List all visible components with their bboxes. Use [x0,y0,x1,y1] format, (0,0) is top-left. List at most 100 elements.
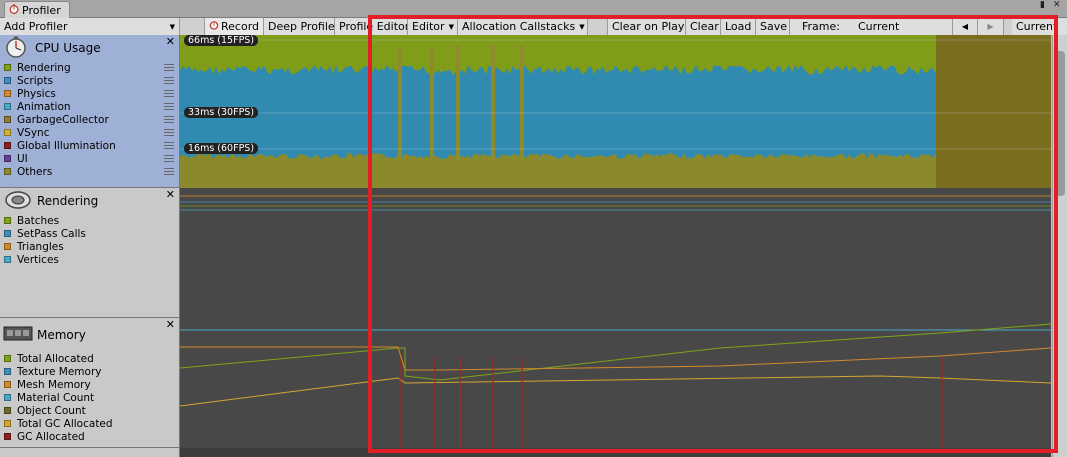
cpu-legend-item[interactable]: GarbageCollector [0,113,179,126]
fps-label-30: 33ms (30FPS) [184,107,259,118]
legend-swatch[interactable] [4,433,11,440]
memory-legend-item[interactable]: GC Allocated [0,430,179,443]
lock-icon[interactable]: ▮ [1040,1,1045,10]
legend-swatch[interactable] [4,155,11,162]
chevron-down-icon: ▼ [579,22,585,31]
memory-chip-icon [3,322,33,349]
cpu-legend-item[interactable]: VSync [0,126,179,139]
rendering-legend-item[interactable]: Batches [0,214,179,227]
legend-swatch[interactable] [4,368,11,375]
memory-panel[interactable]: Memory ✕ Total Allocated Texture Memory Me… [0,318,180,448]
window-close-icon[interactable]: ✕ [1053,1,1061,10]
record-button[interactable]: Record [205,18,264,35]
legend-swatch[interactable] [4,243,11,250]
clear-button[interactable]: Clear [686,18,721,35]
frame-indicator: Frame: Current [790,18,952,35]
legend-swatch[interactable] [4,103,11,110]
rendering-title: Rendering [37,194,99,208]
vertical-scrollbar[interactable] [1052,35,1067,457]
rendering-graph[interactable] [180,188,1051,318]
drag-handle-icon[interactable] [164,168,174,175]
tab-profiler[interactable]: Profiler [4,1,70,18]
load-button[interactable]: Load [721,18,756,35]
editor-target-dropdown[interactable]: Editor ▼ [408,18,458,35]
memory-legend-item[interactable]: Texture Memory [0,365,179,378]
cpu-legend-item[interactable]: Scripts [0,74,179,87]
legend-swatch[interactable] [4,407,11,414]
graph-footer [180,448,1051,457]
frame-label: Frame: [802,20,840,33]
drag-handle-icon[interactable] [164,90,174,97]
memory-legend-item[interactable]: Total GC Allocated [0,417,179,430]
memory-legend-item[interactable]: Mesh Memory [0,378,179,391]
add-profiler-dropdown[interactable]: Add Profiler ▼ [0,18,180,35]
current-frame-button[interactable]: Current [1012,18,1067,35]
legend-swatch[interactable] [4,420,11,427]
drag-handle-icon[interactable] [164,116,174,123]
frame-value: Current [858,20,900,33]
cpu-usage-panel[interactable]: CPU Usage ✕ Rendering Scripts Physics Anima… [0,35,180,188]
drag-handle-icon[interactable] [164,155,174,162]
cpu-legend-item[interactable]: Rendering [0,61,179,74]
cpu-legend-item[interactable]: Others [0,165,179,178]
legend-swatch[interactable] [4,116,11,123]
legend-swatch[interactable] [4,142,11,149]
cpu-legend-item[interactable]: Animation [0,100,179,113]
profile-editor-button[interactable]: Profile Editor [335,18,408,35]
deep-profile-button[interactable]: Deep Profile [264,18,335,35]
memory-legend-item[interactable]: Total Allocated [0,352,179,365]
scrollbar-thumb[interactable] [1056,51,1065,196]
close-icon[interactable]: ✕ [166,36,175,47]
legend-label: Triangles [17,240,64,253]
rendering-legend-item[interactable]: Triangles [0,240,179,253]
fps-label-60: 16ms (60FPS) [184,143,259,154]
rendering-chart [180,188,1051,318]
legend-label: Material Count [17,391,95,404]
cpu-legend-item[interactable]: Global Illumination [0,139,179,152]
legend-swatch[interactable] [4,77,11,84]
drag-handle-icon[interactable] [164,129,174,136]
memory-graph[interactable] [180,318,1051,448]
memory-legend-item[interactable]: Object Count [0,404,179,417]
stopwatch-icon [3,35,31,62]
legend-swatch[interactable] [4,230,11,237]
legend-swatch[interactable] [4,129,11,136]
cpu-legend-item[interactable]: Physics [0,87,179,100]
clear-on-play-button[interactable]: Clear on Play [608,18,686,35]
legend-swatch[interactable] [4,64,11,71]
cpu-legend-item[interactable]: UI [0,152,179,165]
clear-on-play-label: Clear on Play [612,20,685,33]
next-frame-button[interactable]: ▶ [978,18,1004,35]
drag-handle-icon[interactable] [164,103,174,110]
rendering-panel[interactable]: Rendering ✕ Batches SetPass Calls Triangle… [0,188,180,318]
drag-handle-icon[interactable] [164,64,174,71]
legend-label: Rendering [17,61,71,74]
legend-label: Animation [17,100,71,113]
legend-swatch[interactable] [4,168,11,175]
close-icon[interactable]: ✕ [166,319,175,330]
stopwatch-icon [9,3,19,17]
memory-legend-item[interactable]: Material Count [0,391,179,404]
legend-swatch[interactable] [4,355,11,362]
legend-label: Mesh Memory [17,378,91,391]
panel-footer [0,448,180,457]
drag-handle-icon[interactable] [164,142,174,149]
close-icon[interactable]: ✕ [166,189,175,200]
cpu-usage-graph[interactable]: 66ms (15FPS) 33ms (30FPS) 16ms (60FPS) [180,35,1051,188]
legend-swatch[interactable] [4,394,11,401]
allocation-callstacks-dropdown[interactable]: Allocation Callstacks ▼ [458,18,588,35]
legend-swatch[interactable] [4,256,11,263]
profile-editor-label: Profile Editor [339,20,408,33]
rendering-legend-item[interactable]: SetPass Calls [0,227,179,240]
legend-swatch[interactable] [4,90,11,97]
legend-swatch[interactable] [4,381,11,388]
drag-handle-icon[interactable] [164,77,174,84]
arrow-left-icon: ◀ [961,22,969,31]
prev-frame-button[interactable]: ◀ [952,18,978,35]
legend-swatch[interactable] [4,217,11,224]
rendering-legend-item[interactable]: Vertices [0,253,179,266]
arrow-right-icon: ▶ [987,22,994,31]
legend-label: VSync [17,126,50,139]
save-button[interactable]: Save [756,18,790,35]
legend-label: Total GC Allocated [17,417,113,430]
